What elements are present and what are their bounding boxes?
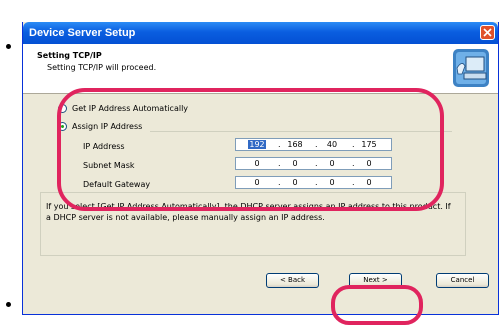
- option-label: Assign IP Address: [72, 122, 143, 131]
- header-subtitle: Setting TCP/IP will proceed.: [47, 63, 157, 72]
- octet-4[interactable]: 175: [356, 140, 382, 149]
- octet-1[interactable]: 0: [244, 178, 270, 187]
- octet-4[interactable]: 0: [356, 178, 382, 187]
- option-get-ip-automatically[interactable]: Get IP Address Automatically: [58, 104, 188, 113]
- cancel-button[interactable]: Cancel: [436, 273, 489, 288]
- octet-1[interactable]: 0: [244, 159, 270, 168]
- octet-3[interactable]: 0: [319, 159, 345, 168]
- default-gateway-label: Default Gateway: [83, 180, 151, 189]
- octet-3[interactable]: 0: [319, 178, 345, 187]
- window-title: Device Server Setup: [29, 27, 136, 39]
- bullet-point: [6, 302, 11, 307]
- octet-4[interactable]: 0: [356, 159, 382, 168]
- option-assign-ip[interactable]: Assign IP Address: [58, 122, 142, 131]
- ip-address-input[interactable]: 192 . 168 . 40 . 175: [235, 138, 392, 151]
- bullet-point: [6, 44, 11, 49]
- close-icon: [483, 28, 492, 37]
- network-setup-icon: [453, 49, 489, 87]
- octet-2[interactable]: 168: [282, 140, 308, 149]
- ip-address-label: IP Address: [83, 142, 125, 151]
- next-button[interactable]: Next >: [349, 273, 402, 288]
- radio-button[interactable]: [58, 104, 67, 113]
- radio-button-selected[interactable]: [58, 122, 67, 131]
- subnet-mask-label: Subnet Mask: [83, 161, 135, 170]
- octet-1[interactable]: 192: [248, 140, 266, 149]
- subnet-mask-input[interactable]: 0 . 0 . 0 . 0: [235, 157, 392, 170]
- default-gateway-input[interactable]: 0 . 0 . 0 . 0: [235, 176, 392, 189]
- back-button[interactable]: < Back: [266, 273, 319, 288]
- title-bar: Device Server Setup: [23, 22, 498, 44]
- octet-3[interactable]: 40: [319, 140, 345, 149]
- octet-2[interactable]: 0: [282, 178, 308, 187]
- info-note-text: If you select [Get IP Address Automatica…: [46, 202, 451, 222]
- octet-2[interactable]: 0: [282, 159, 308, 168]
- wizard-header: Setting TCP/IP Setting TCP/IP will proce…: [23, 44, 498, 94]
- close-button[interactable]: [480, 25, 495, 40]
- option-label: Get IP Address Automatically: [72, 104, 189, 113]
- header-title: Setting TCP/IP: [37, 51, 102, 60]
- group-divider: [150, 131, 452, 132]
